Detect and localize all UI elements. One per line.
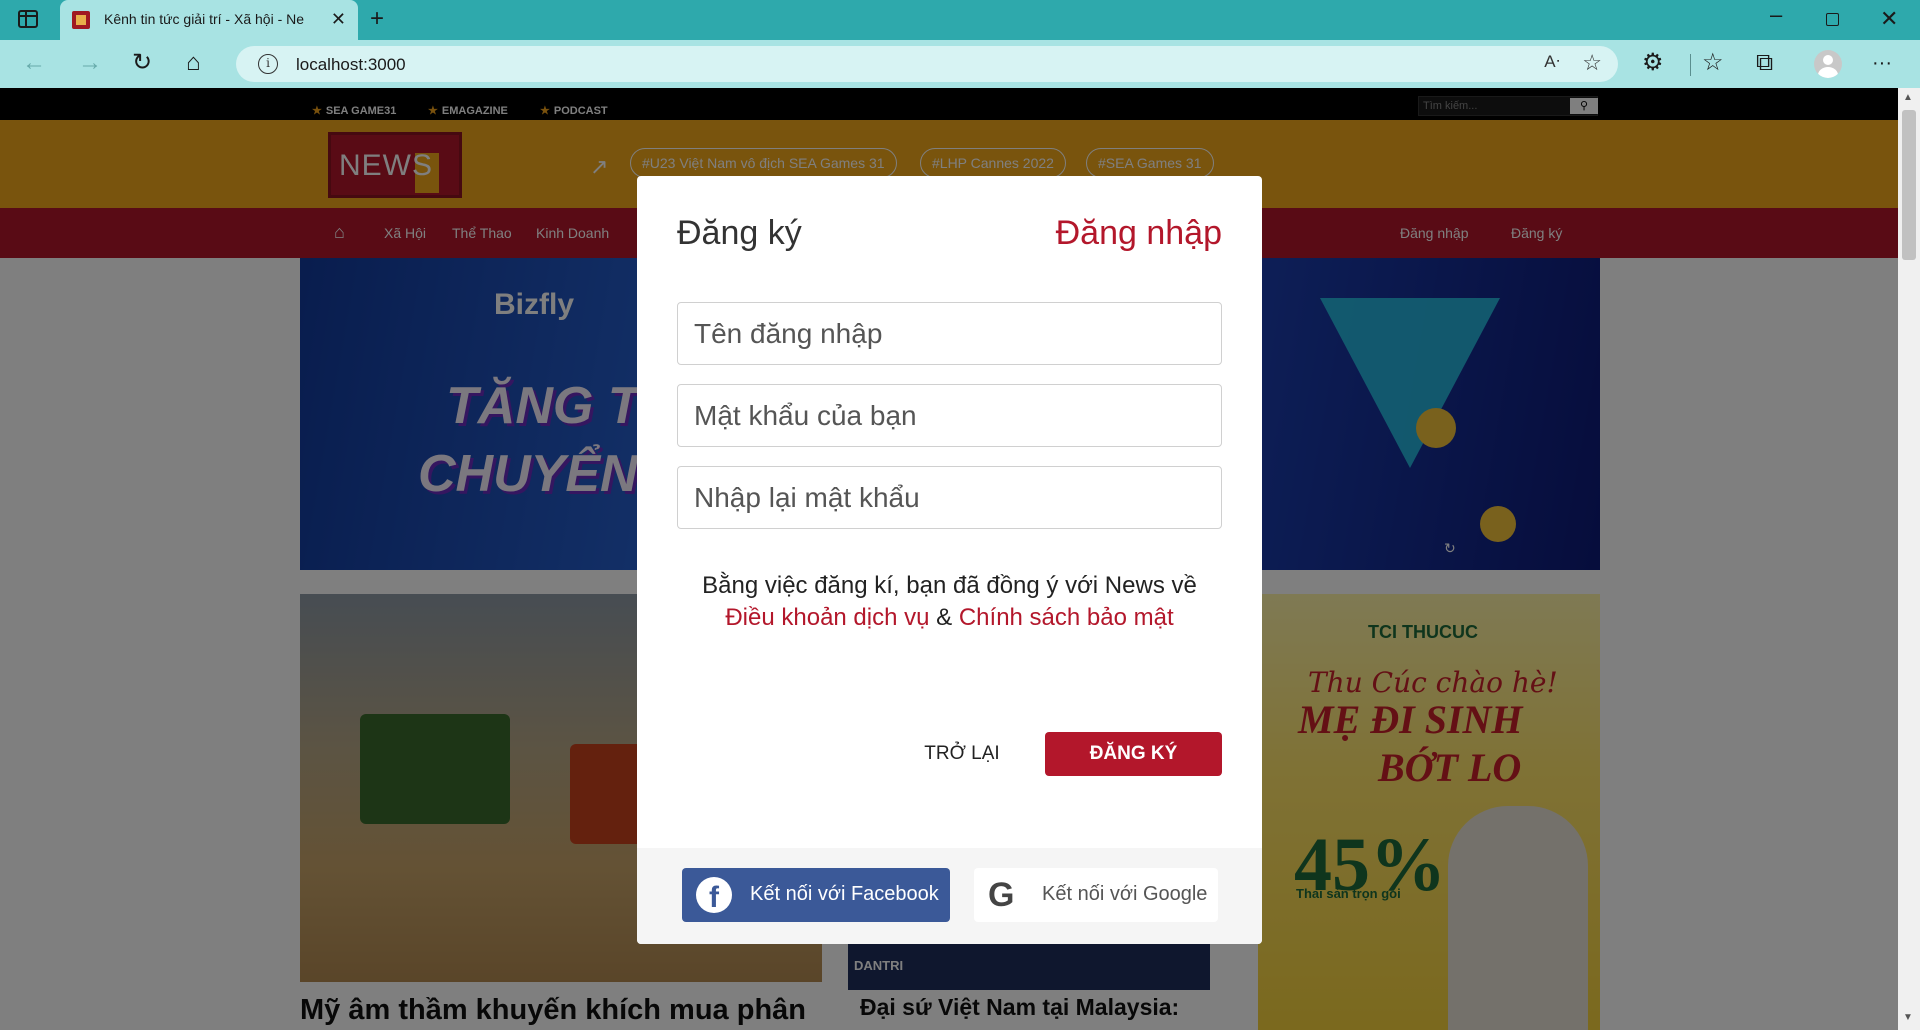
social-login-strip: f Kết nối với Facebook G Kết nối với Goo… (637, 848, 1262, 944)
terms-notice: Bằng việc đăng kí, bạn đã đồng ý với New… (677, 570, 1222, 634)
favorites-icon[interactable]: ☆ (1702, 51, 1724, 75)
register-button[interactable]: ĐĂNG KÝ (1045, 732, 1222, 776)
site-info-icon[interactable]: i (258, 54, 278, 74)
google-connect-button[interactable]: G Kết nối với Google (974, 868, 1218, 922)
home-icon[interactable]: ⌂ (186, 51, 201, 75)
reload-icon[interactable]: ↻ (132, 51, 152, 75)
url-text[interactable]: localhost:3000 (296, 55, 406, 75)
scroll-thumb[interactable] (1902, 110, 1916, 260)
maximize-icon[interactable] (1826, 13, 1839, 26)
scroll-down-icon[interactable]: ▼ (1903, 1012, 1913, 1023)
facebook-icon: f (696, 877, 732, 914)
tab-actions-icon[interactable] (18, 10, 38, 28)
confirm-password-input[interactable] (677, 466, 1222, 529)
scroll-up-icon[interactable]: ▲ (1903, 92, 1913, 103)
close-tab-icon[interactable]: ✕ (331, 10, 346, 28)
password-input[interactable] (677, 384, 1222, 447)
forward-arrow-icon[interactable]: → (78, 51, 102, 75)
site-favicon-icon (72, 11, 90, 29)
terms-of-service-link[interactable]: Điều khoản dịch vụ (725, 604, 929, 631)
back-button[interactable]: TRỞ LẠI (897, 732, 1027, 776)
register-modal: Đăng ký Đăng nhập Bằng việc đăng kí, bạn… (637, 176, 1262, 944)
add-favorite-icon[interactable]: ☆ (1582, 50, 1602, 76)
window-close-icon[interactable]: ✕ (1880, 6, 1898, 32)
google-icon: G (988, 876, 1015, 914)
profile-avatar-icon[interactable] (1814, 50, 1842, 78)
browser-toolbar: ← → ↻ ⌂ i localhost:3000 Aᐧ ☆ ⚙ ☆ ⧉ ··· (0, 40, 1920, 88)
terms-ampersand: & (936, 604, 953, 631)
switch-to-login-link[interactable]: Đăng nhập (1056, 214, 1222, 253)
read-aloud-icon[interactable]: Aᐧ (1544, 52, 1560, 72)
extensions-icon[interactable]: ⚙ (1642, 51, 1664, 75)
new-tab-icon[interactable]: + (370, 7, 384, 31)
terms-links-line: Điều khoản dịch vụ & Chính sách bảo mật (677, 602, 1222, 634)
google-button-label: Kết nối với Google (1042, 883, 1208, 905)
minimize-icon[interactable]: – (1770, 2, 1782, 28)
terms-text: Bằng việc đăng kí, bạn đã đồng ý với New… (702, 572, 1197, 599)
address-bar[interactable]: i localhost:3000 Aᐧ ☆ (236, 46, 1618, 82)
facebook-connect-button[interactable]: f Kết nối với Facebook (682, 868, 950, 922)
modal-title: Đăng ký (677, 214, 802, 252)
facebook-button-label: Kết nối với Facebook (750, 883, 939, 905)
username-input[interactable] (677, 302, 1222, 365)
collections-icon[interactable]: ⧉ (1756, 51, 1773, 75)
page-scrollbar[interactable]: ▲ ▼ (1898, 88, 1920, 1030)
back-arrow-icon[interactable]: ← (22, 51, 46, 75)
more-menu-icon[interactable]: ··· (1872, 51, 1892, 75)
toolbar-divider (1690, 54, 1691, 76)
privacy-policy-link[interactable]: Chính sách bảo mật (959, 604, 1174, 631)
browser-tabstrip: Kênh tin tức giải trí - Xã hội - Ne ✕ + … (0, 0, 1920, 40)
tab-title: Kênh tin tức giải trí - Xã hội - Ne (104, 11, 305, 27)
browser-tab[interactable]: Kênh tin tức giải trí - Xã hội - Ne ✕ (60, 0, 358, 40)
